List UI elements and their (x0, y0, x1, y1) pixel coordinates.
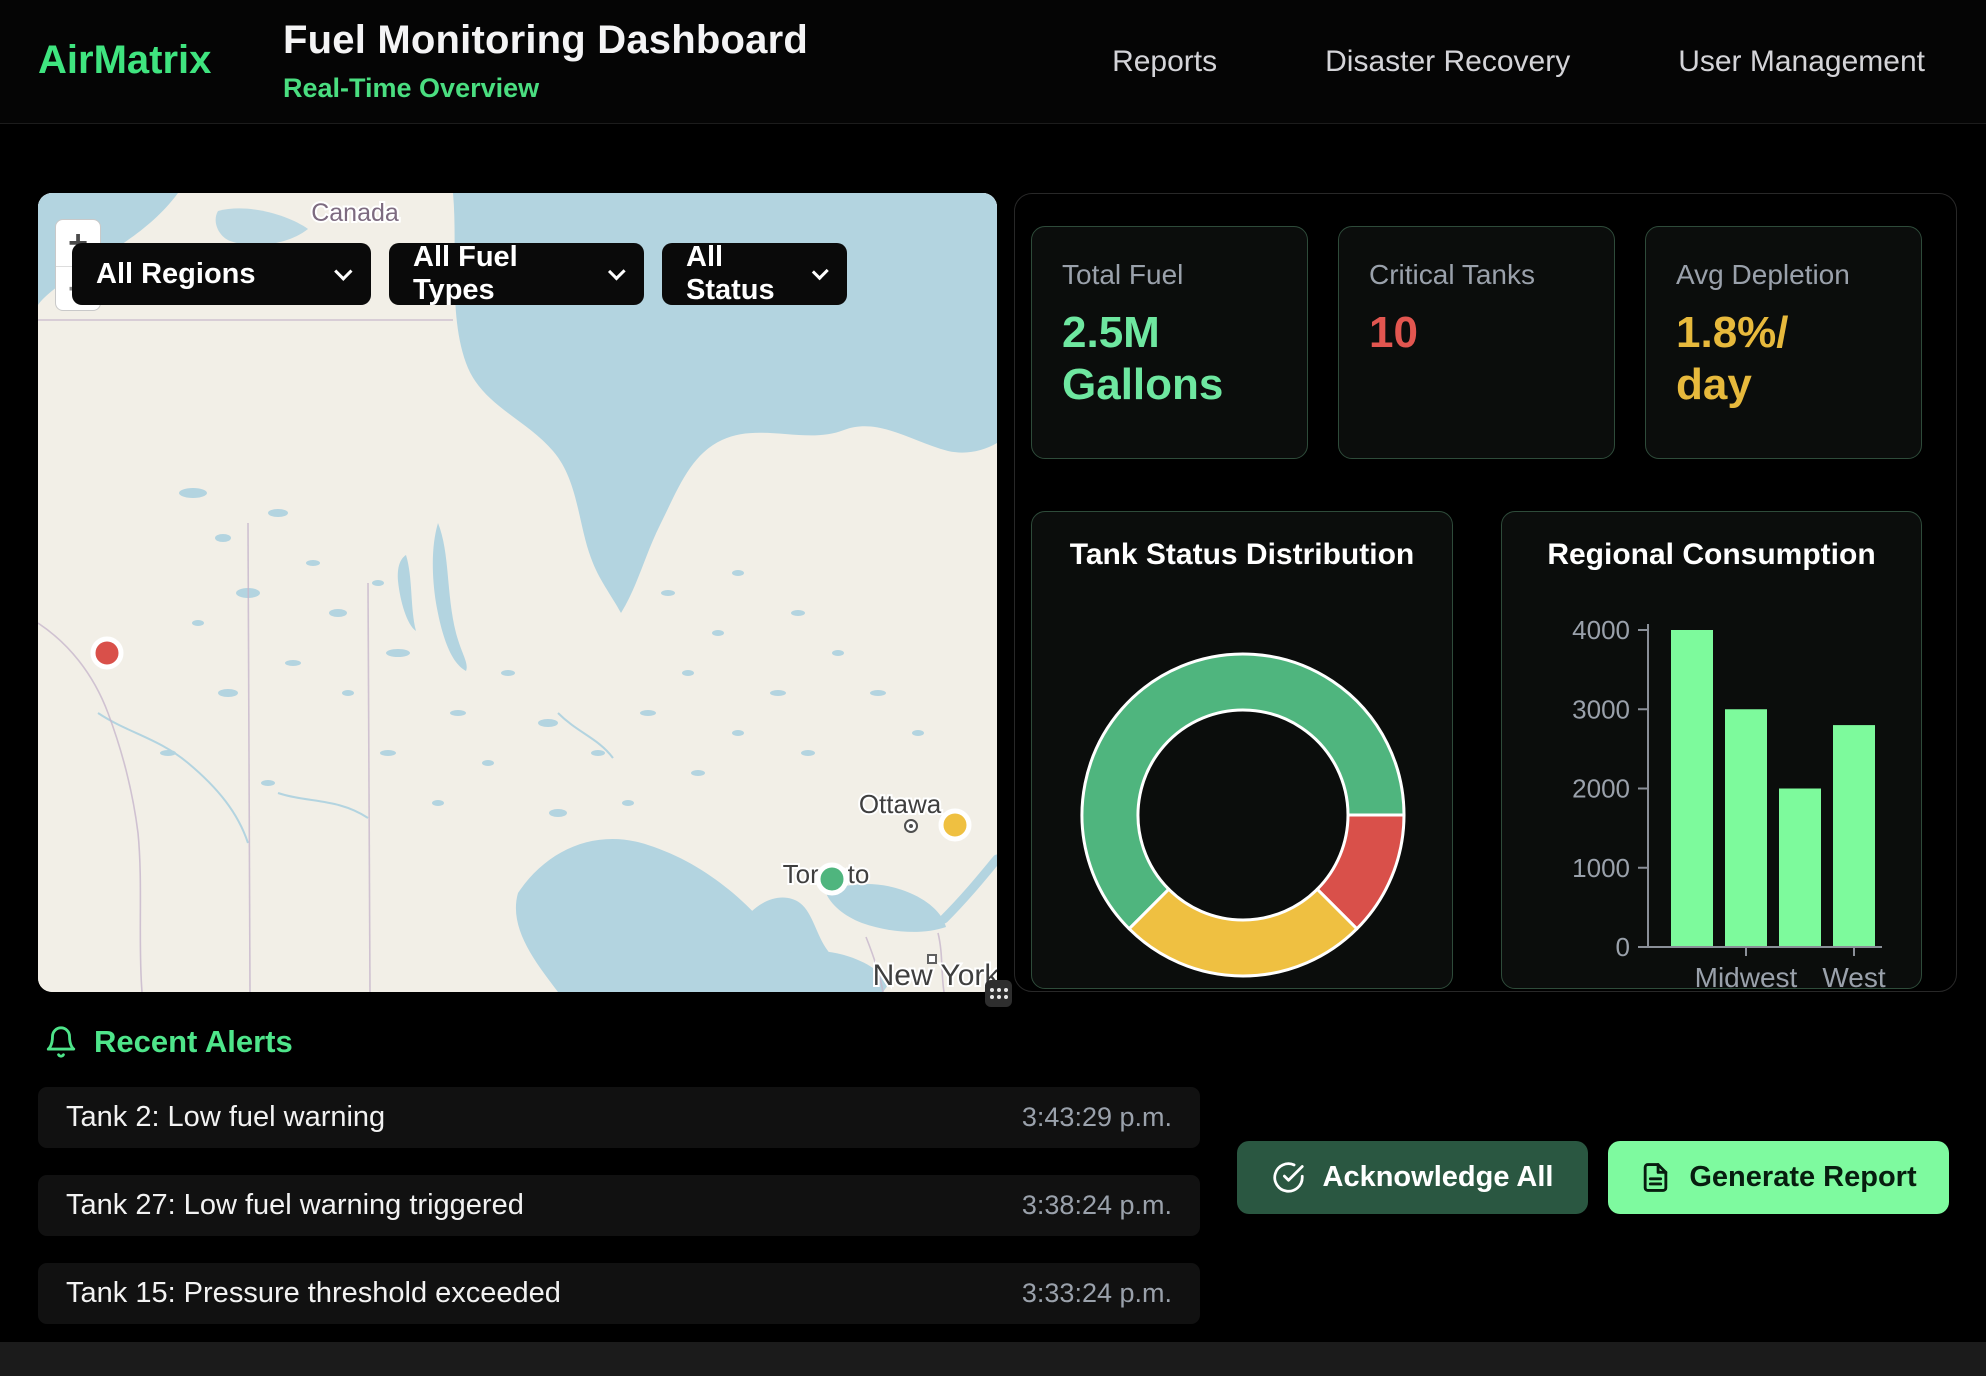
app-logo: AirMatrix (38, 38, 211, 83)
overview-panel: Total Fuel 2.5M Gallons Critical Tanks 1… (1014, 193, 1957, 992)
header: AirMatrix Fuel Monitoring Dashboard Real… (0, 0, 1986, 124)
acknowledge-all-label: Acknowledge All (1323, 1161, 1554, 1194)
document-icon (1640, 1162, 1671, 1193)
bottom-bar (0, 1342, 1986, 1376)
map-filters: All Regions All Fuel Types All Status (72, 243, 847, 305)
bell-icon (44, 1025, 78, 1059)
map-marker-normal[interactable] (818, 865, 846, 893)
map-marker-warning[interactable] (941, 811, 969, 839)
recent-alerts-title: Recent Alerts (94, 1024, 293, 1060)
y-tick-label: 4000 (1572, 615, 1630, 645)
stat-value: 10 (1369, 307, 1584, 359)
nav-item-disaster-recovery[interactable]: Disaster Recovery (1325, 45, 1570, 79)
map-resize-handle[interactable] (985, 980, 1012, 1007)
y-tick-label: 1000 (1572, 853, 1630, 883)
alert-timestamp: 3:43:29 p.m. (1022, 1102, 1172, 1133)
generate-report-label: Generate Report (1689, 1161, 1916, 1194)
x-tick-label: Midwest (1695, 962, 1798, 989)
stat-value: 2.5M Gallons (1062, 307, 1277, 411)
bar-0 (1671, 630, 1713, 947)
fuel-type-filter-value: All Fuel Types (413, 241, 586, 307)
alert-message: Tank 2: Low fuel warning (66, 1101, 385, 1134)
regional-consumption-bar-chart: 0 1000 2000 3000 4000 Midwest West (1502, 512, 1922, 989)
stat-card-avg-depletion: Avg Depletion 1.8%/ day (1645, 226, 1922, 459)
stat-card-total-fuel: Total Fuel 2.5M Gallons (1031, 226, 1308, 459)
generate-report-button[interactable]: Generate Report (1608, 1141, 1949, 1214)
page-subtitle: Real-Time Overview (283, 73, 808, 104)
check-circle-icon (1272, 1161, 1305, 1194)
map-label-canada: Canada (311, 199, 399, 227)
acknowledge-all-button[interactable]: Acknowledge All (1237, 1141, 1588, 1214)
nav-item-reports[interactable]: Reports (1112, 45, 1217, 79)
tank-status-donut-chart (1032, 512, 1453, 989)
stat-card-critical-tanks: Critical Tanks 10 (1338, 226, 1615, 459)
regional-consumption-chart-card: Regional Consumption 01000200030004000Mi… (1501, 511, 1922, 989)
bar-1 (1725, 709, 1767, 947)
stat-value: 1.8%/ day (1676, 307, 1891, 411)
alert-row: Tank 2: Low fuel warning 3:43:29 p.m. (38, 1087, 1200, 1148)
alert-timestamp: 3:33:24 p.m. (1022, 1278, 1172, 1309)
stat-label: Avg Depletion (1676, 259, 1891, 291)
alert-row: Tank 15: Pressure threshold exceeded 3:3… (38, 1263, 1200, 1324)
map-label-ottawa: Ottawa (859, 789, 942, 819)
fuel-type-filter-dropdown[interactable]: All Fuel Types (389, 243, 644, 305)
basemap: Canada Ottawa Toronto New York (38, 193, 997, 992)
donut-segment-warning (1129, 889, 1357, 976)
region-filter-value: All Regions (96, 258, 256, 291)
main-nav: Reports Disaster Recovery User Managemen… (1112, 0, 1925, 124)
bar-3 (1833, 725, 1875, 947)
alert-timestamp: 3:38:24 p.m. (1022, 1190, 1172, 1221)
x-tick-label: West (1822, 962, 1885, 989)
alert-message: Tank 15: Pressure threshold exceeded (66, 1277, 561, 1310)
map-label-new-york: New York (873, 959, 997, 992)
region-filter-dropdown[interactable]: All Regions (72, 243, 371, 305)
stat-label: Critical Tanks (1369, 259, 1584, 291)
y-tick-label: 2000 (1572, 774, 1630, 804)
nav-item-user-management[interactable]: User Management (1678, 45, 1925, 79)
status-filter-value: All Status (686, 241, 790, 307)
title-block: Fuel Monitoring Dashboard Real-Time Over… (283, 18, 808, 104)
bar-2 (1779, 789, 1821, 948)
stats-row: Total Fuel 2.5M Gallons Critical Tanks 1… (1031, 226, 1922, 459)
map[interactable]: Canada Ottawa Toronto New York + − All R… (38, 193, 997, 992)
tank-status-chart-card: Tank Status Distribution (1031, 511, 1453, 989)
page-title: Fuel Monitoring Dashboard (283, 18, 808, 63)
status-filter-dropdown[interactable]: All Status (662, 243, 847, 305)
alert-message: Tank 27: Low fuel warning triggered (66, 1189, 524, 1222)
y-tick-label: 3000 (1572, 694, 1630, 724)
charts-row: Tank Status Distribution Regional Consum… (1031, 511, 1922, 989)
chevron-down-icon (812, 263, 829, 280)
chevron-down-icon (608, 262, 626, 280)
map-marker-critical[interactable] (93, 639, 121, 667)
ottawa-city-dot-inner (909, 824, 913, 828)
y-tick-label: 0 (1616, 932, 1630, 962)
chevron-down-icon (334, 262, 352, 280)
stat-label: Total Fuel (1062, 259, 1277, 291)
alert-row: Tank 27: Low fuel warning triggered 3:38… (38, 1175, 1200, 1236)
recent-alerts-header: Recent Alerts (44, 1024, 293, 1060)
